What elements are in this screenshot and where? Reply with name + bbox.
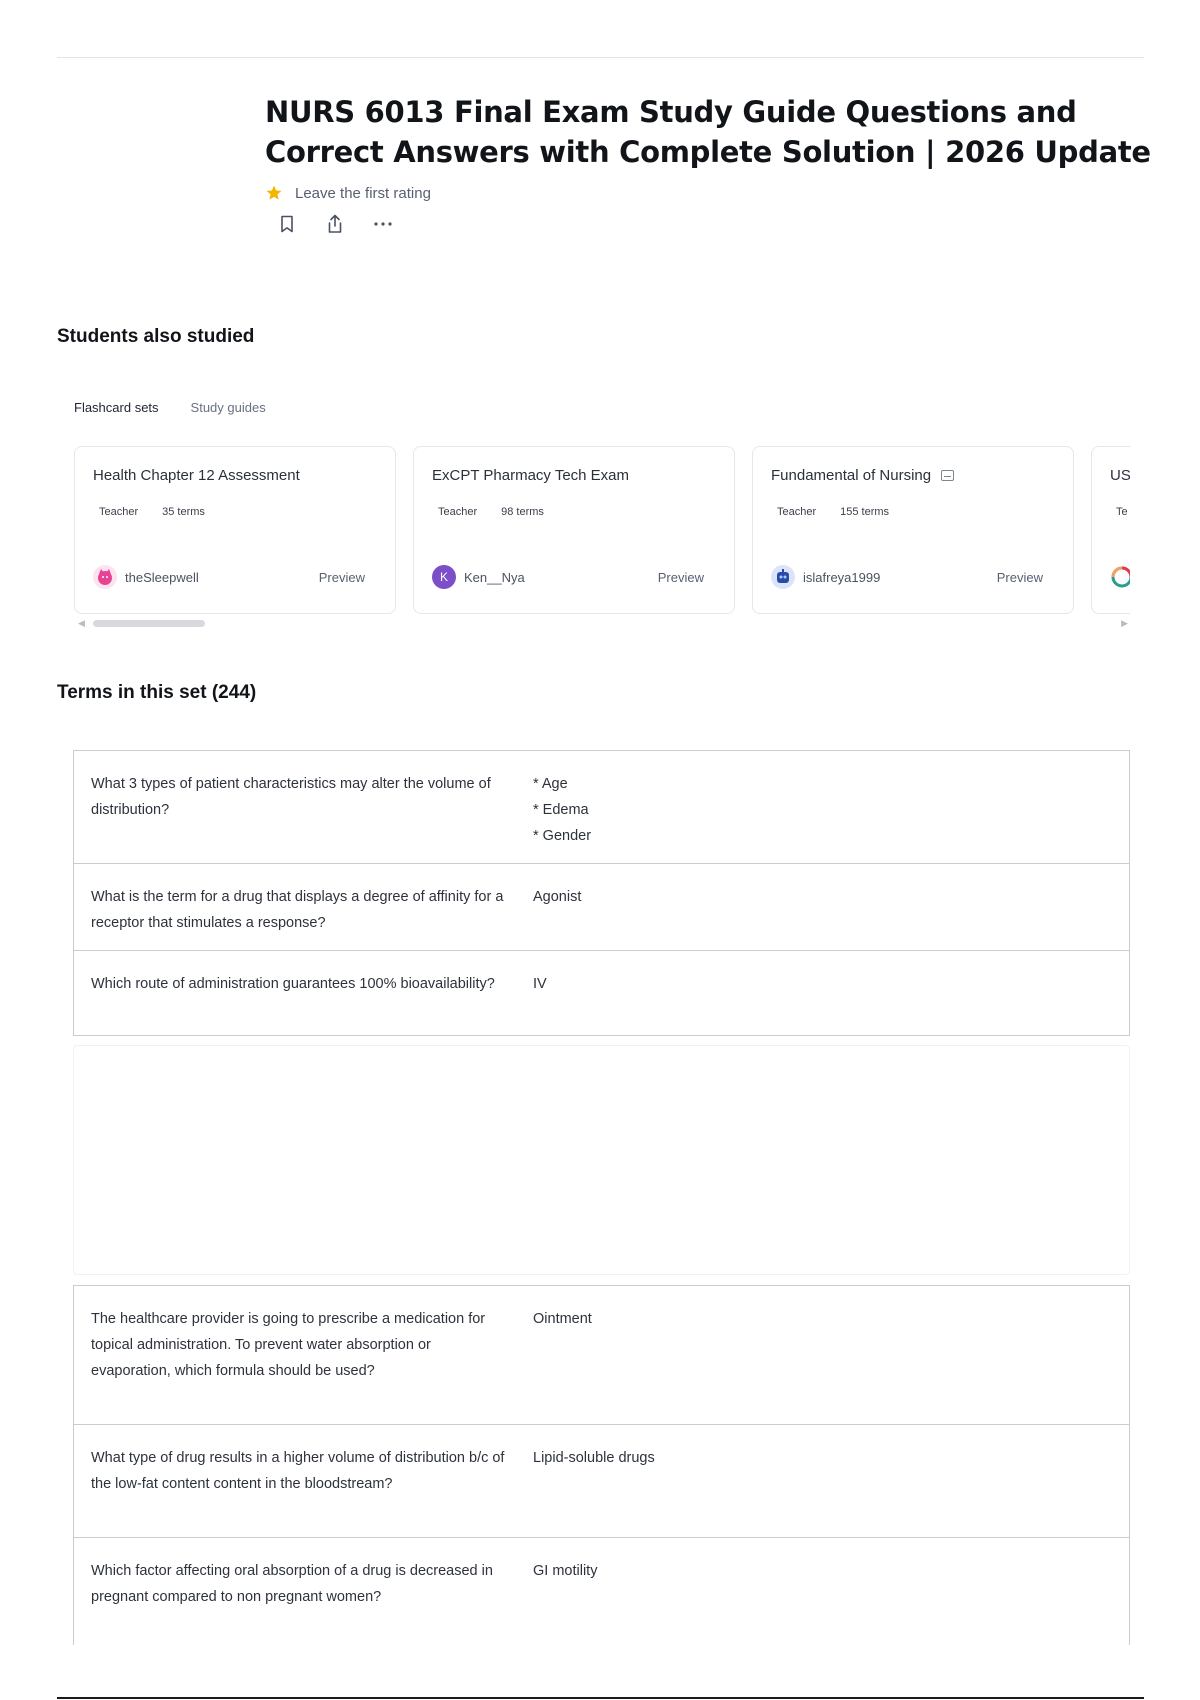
rating-label: Leave the first rating: [295, 184, 431, 202]
tab-flashcard-sets[interactable]: Flashcard sets: [74, 400, 159, 415]
top-divider: [57, 57, 1144, 58]
preview-link[interactable]: Preview: [319, 570, 365, 585]
ad-placeholder: [73, 1045, 1130, 1275]
cat-avatar-icon: [93, 565, 117, 589]
term-question: What type of drug results in a higher vo…: [91, 1450, 505, 1492]
related-set-card[interactable]: ExCPT Pharmacy Tech Exam Teacher 98 term…: [413, 446, 735, 614]
card-terms: 98 terms: [501, 506, 544, 518]
scroll-right-arrow-icon[interactable]: ▶: [1121, 618, 1128, 629]
bookmark-icon[interactable]: [275, 212, 299, 236]
carousel-scrollbar[interactable]: ◀ ▶: [78, 618, 1128, 628]
related-sets-carousel: Health Chapter 12 Assessment Teacher 35 …: [74, 446, 1130, 614]
card-terms: 35 terms: [162, 506, 205, 518]
page-title: NURS 6013 Final Exam Study Guide Questio…: [265, 95, 1151, 169]
term-answer: GI motility: [533, 1563, 598, 1579]
related-set-card[interactable]: Fundamental of Nursing Teacher 155 terms…: [752, 446, 1074, 614]
term-row: What 3 types of patient characteristics …: [73, 750, 1130, 864]
globe-avatar-icon: [1110, 565, 1130, 589]
card-author[interactable]: islafreya1999: [771, 565, 880, 589]
students-also-studied-heading: Students also studied: [57, 326, 255, 347]
card-role: Teacher: [438, 506, 478, 518]
action-bar: [275, 212, 1155, 236]
term-row: The healthcare provider is going to pres…: [73, 1285, 1130, 1425]
term-row: What type of drug results in a higher vo…: [73, 1424, 1130, 1538]
star-icon: [265, 184, 283, 202]
preview-link[interactable]: Preview: [997, 570, 1043, 585]
term-row: Which factor affecting oral absorption o…: [73, 1537, 1130, 1645]
term-answer: * Age * Edema * Gender: [533, 776, 592, 844]
term-answer: Agonist: [533, 889, 582, 905]
set-header: NURS 6013 Final Exam Study Guide Questio…: [265, 92, 1155, 236]
term-row: What is the term for a drug that display…: [73, 863, 1130, 951]
term-question: What 3 types of patient characteristics …: [91, 776, 491, 818]
bottom-divider: [57, 1697, 1144, 1699]
related-set-card[interactable]: US Te: [1091, 446, 1130, 614]
card-author[interactable]: [1110, 565, 1130, 589]
robot-avatar-icon: [771, 565, 795, 589]
term-question: The healthcare provider is going to pres…: [91, 1311, 486, 1379]
card-title: Fundamental of Nursing: [771, 467, 1055, 484]
card-meta: Te: [1116, 506, 1130, 518]
card-meta: Teacher 35 terms: [99, 506, 377, 518]
card-title: Health Chapter 12 Assessment: [93, 467, 300, 484]
study-guide-badge-icon: [941, 470, 955, 481]
term-question: Which factor affecting oral absorption o…: [91, 1563, 493, 1605]
more-icon[interactable]: [371, 212, 395, 236]
card-role: Teacher: [99, 506, 139, 518]
share-icon[interactable]: [323, 212, 347, 236]
terms-heading: Terms in this set (244): [57, 682, 257, 703]
term-question: What is the term for a drug that display…: [91, 889, 504, 931]
related-set-card[interactable]: Health Chapter 12 Assessment Teacher 35 …: [74, 446, 396, 614]
term-answer: Ointment: [533, 1311, 592, 1327]
tab-study-guides[interactable]: Study guides: [191, 400, 266, 415]
term-row: Which route of administration guarantees…: [73, 950, 1130, 1036]
term-question: Which route of administration guarantees…: [91, 976, 495, 992]
card-author[interactable]: theSleepwell: [93, 565, 199, 589]
card-title: US: [1110, 467, 1130, 484]
card-terms: 155 terms: [840, 506, 890, 518]
card-role: Te: [1116, 506, 1128, 518]
rating-row[interactable]: Leave the first rating: [265, 184, 1155, 202]
card-title: ExCPT Pharmacy Tech Exam: [432, 467, 630, 484]
preview-link[interactable]: Preview: [658, 570, 704, 585]
term-answer: Lipid-soluble drugs: [533, 1450, 655, 1466]
scroll-left-arrow-icon[interactable]: ◀: [78, 618, 85, 629]
letter-avatar-icon: K: [432, 565, 456, 589]
card-author[interactable]: K Ken__Nya: [432, 565, 525, 589]
term-answer: IV: [533, 976, 547, 992]
card-role: Teacher: [777, 506, 817, 518]
study-tabs: Flashcard sets Study guides: [74, 400, 298, 415]
scroll-thumb[interactable]: [93, 620, 205, 627]
card-meta: Teacher 98 terms: [438, 506, 716, 518]
card-meta: Teacher 155 terms: [777, 506, 1055, 518]
